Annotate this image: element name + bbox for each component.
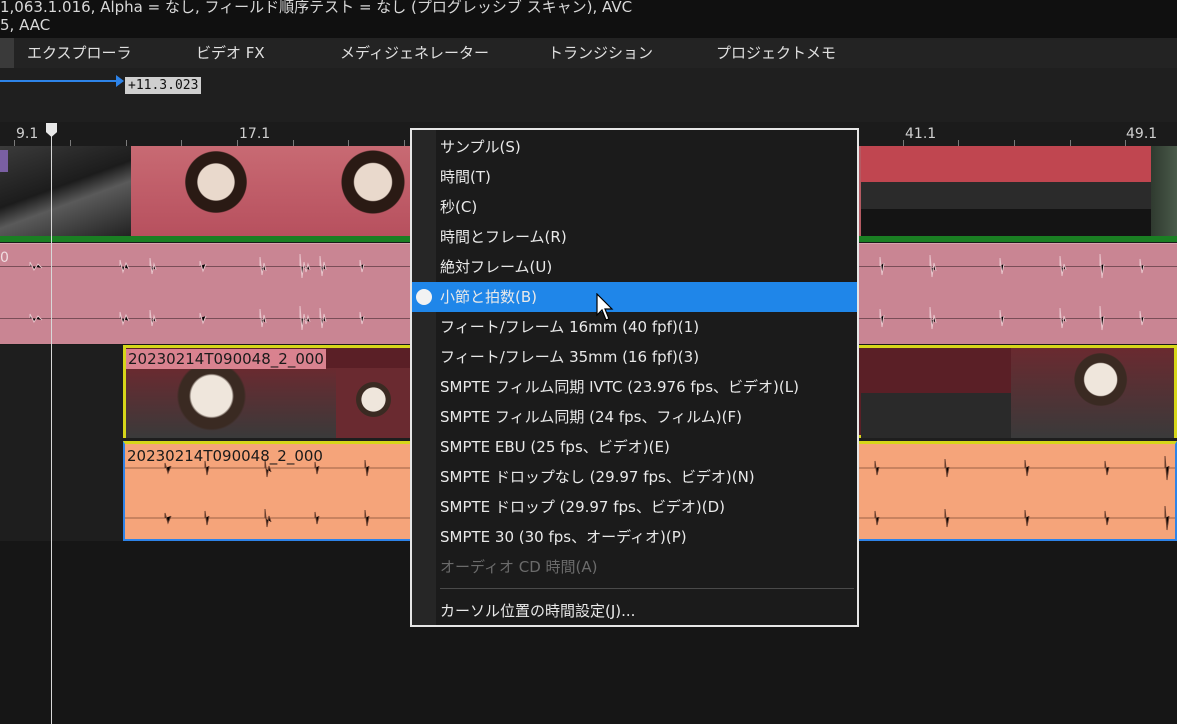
menu-item-audio-cd-time: オーディオ CD 時間(A)	[412, 552, 857, 582]
menu-item-smpte-drop[interactable]: SMPTE ドロップ (29.97 fps、ビデオ)(D)	[412, 492, 857, 522]
tab-media-generators[interactable]: メディジェネレーター	[340, 38, 489, 68]
selection-length-readout: +11.3.023	[125, 77, 202, 94]
menu-item-samples[interactable]: サンプル(S)	[412, 132, 857, 162]
menu-item-feet-frames-35mm[interactable]: フィート/フレーム 35mm (16 fpf)(3)	[412, 342, 857, 372]
menu-item-label: 時間(T)	[440, 168, 491, 186]
thumbnail-studio-wide	[861, 348, 1011, 438]
menu-item-label: 秒(C)	[440, 198, 478, 216]
tab-explorer[interactable]: エクスプローラ	[27, 38, 132, 68]
time-format-context-menu: サンプル(S) 時間(T) 秒(C) 時間とフレーム(R) 絶対フレーム(U) …	[410, 128, 859, 627]
tab-video-fx[interactable]: ビデオ FX	[196, 38, 265, 68]
thumbnail-presenter	[1011, 348, 1174, 438]
thumbnail-studio-group	[861, 146, 1151, 236]
media-info-line-1: 1,063.1.016, Alpha = なし, フィールド順序テスト = なし…	[0, 0, 633, 16]
video-clip-name: 20230214T090048_2_000	[126, 349, 326, 369]
menu-item-time-and-frames[interactable]: 時間とフレーム(R)	[412, 222, 857, 252]
menu-item-set-time-at-cursor[interactable]: カーソル位置の時間設定(J)...	[412, 596, 857, 626]
menu-item-smpte-30[interactable]: SMPTE 30 (30 fps、オーディオ)(P)	[412, 522, 857, 552]
menu-item-seconds[interactable]: 秒(C)	[412, 192, 857, 222]
menu-item-smpte-film-sync[interactable]: SMPTE フィルム同期 (24 fps、フィルム)(F)	[412, 402, 857, 432]
menu-item-label: 小節と拍数(B)	[440, 288, 537, 306]
menu-item-absolute-frames[interactable]: 絶対フレーム(U)	[412, 252, 857, 282]
menu-item-label: 時間とフレーム(R)	[440, 228, 567, 246]
mouse-pointer-icon	[596, 293, 614, 321]
ruler-label: 49.1	[1126, 126, 1158, 142]
menu-item-feet-frames-16mm[interactable]: フィート/フレーム 16mm (40 fpf)(1)	[412, 312, 857, 342]
media-info-bar: 1,063.1.016, Alpha = なし, フィールド順序テスト = なし…	[0, 0, 1177, 38]
thumbnail-keyboard	[0, 146, 131, 236]
menu-item-label: カーソル位置の時間設定(J)...	[440, 602, 636, 620]
menu-item-label: サンプル(S)	[440, 138, 521, 156]
menu-item-smpte-non-drop[interactable]: SMPTE ドロップなし (29.97 fps、ビデオ)(N)	[412, 462, 857, 492]
playhead-line[interactable]	[51, 124, 52, 724]
thumbnail-presenter-close	[336, 368, 411, 438]
tab-previous[interactable]	[0, 38, 14, 68]
menu-item-label: SMPTE EBU (25 fps、ビデオ)(E)	[440, 438, 670, 456]
media-info-line-2: 5, AAC	[0, 16, 51, 34]
menu-item-label: フィート/フレーム 35mm (16 fpf)(3)	[440, 348, 700, 366]
tab-transitions[interactable]: トランジション	[548, 38, 653, 68]
menu-item-label: SMPTE ドロップなし (29.97 fps、ビデオ)(N)	[440, 468, 755, 486]
audio-clip-name: 20230214T090048_2_000	[127, 447, 323, 465]
menu-item-label: フィート/フレーム 16mm (40 fpf)(1)	[440, 318, 700, 336]
ruler-label: 9.1	[16, 126, 39, 142]
menu-item-label: オーディオ CD 時間(A)	[440, 558, 598, 576]
menu-item-label: SMPTE ドロップ (29.97 fps、ビデオ)(D)	[440, 498, 725, 516]
track-1-marker	[0, 150, 8, 172]
menu-item-label: 絶対フレーム(U)	[440, 258, 553, 276]
radio-selected-icon	[416, 289, 432, 305]
selection-bar[interactable]	[0, 80, 122, 82]
menu-item-measures-and-beats[interactable]: 小節と拍数(B)	[412, 282, 857, 312]
selection-end-arrow-icon[interactable]	[116, 75, 124, 87]
window-tab-bar: エクスプローラ ビデオ FX メディジェネレーター トランジション プロジェクト…	[0, 38, 1177, 69]
menu-item-label: SMPTE フィルム同期 (24 fps、フィルム)(F)	[440, 408, 742, 426]
menu-item-smpte-ebu[interactable]: SMPTE EBU (25 fps、ビデオ)(E)	[412, 432, 857, 462]
menu-item-time[interactable]: 時間(T)	[412, 162, 857, 192]
menu-item-label: SMPTE 30 (30 fps、オーディオ)(P)	[440, 528, 687, 546]
ruler-label: 41.1	[905, 126, 937, 142]
thumbnail-person	[131, 146, 301, 236]
menu-separator	[440, 588, 854, 589]
thumbnail-equipment	[1151, 146, 1177, 236]
ruler-label: 17.1	[239, 126, 271, 142]
menu-item-smpte-film-sync-ivtc[interactable]: SMPTE フィルム同期 IVTC (23.976 fps、ビデオ)(L)	[412, 372, 857, 402]
tab-project-notes[interactable]: プロジェクトメモ	[716, 38, 836, 68]
menu-item-label: SMPTE フィルム同期 IVTC (23.976 fps、ビデオ)(L)	[440, 378, 799, 396]
track-marker-label: 0	[0, 250, 9, 266]
